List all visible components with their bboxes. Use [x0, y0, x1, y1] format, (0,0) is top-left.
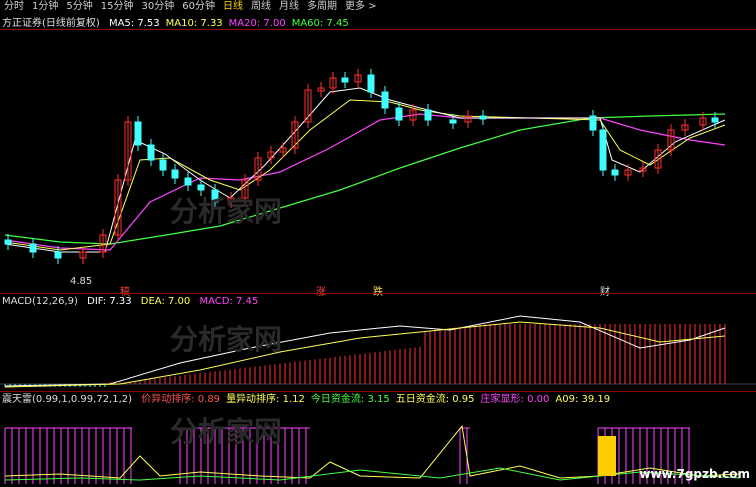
candle-body	[159, 159, 167, 171]
candle-body	[611, 169, 619, 176]
period-tabs: 分时 1分钟 5分钟 15分钟 30分钟 60分钟 日线 周线 月线 多周期 更多 >	[0, 0, 756, 14]
tab-5[interactable]: 60分钟	[178, 0, 219, 14]
candle-body	[147, 144, 155, 161]
macd-separator	[0, 293, 756, 294]
indicator-values: 价异动排序: 0.89 量异动排序: 1.12 今日资金流: 3.15 五日资金流: …	[141, 394, 616, 405]
candle-body	[449, 119, 457, 124]
ma-value-3: MA60: 7.45	[291, 18, 349, 29]
tab-7[interactable]: 周线	[247, 0, 275, 14]
macd-chart[interactable]	[0, 308, 756, 390]
tab-0[interactable]: 分时	[0, 0, 28, 14]
indicator-value-5: A09: 39.19	[555, 394, 611, 405]
candle-body	[381, 91, 389, 109]
indicator-value-1: 量异动排序: 1.12	[226, 394, 305, 405]
tab-3[interactable]: 15分钟	[97, 0, 138, 14]
candle-body	[4, 239, 12, 245]
indicator-value-4: 庄家显形: 0.00	[480, 394, 550, 405]
candle-body	[341, 77, 349, 83]
candle-body	[29, 243, 37, 253]
candle-body	[395, 107, 403, 121]
indicator-line-green	[4, 467, 741, 481]
tab-4[interactable]: 30分钟	[137, 0, 178, 14]
tab-2[interactable]: 5分钟	[62, 0, 96, 14]
watermark: 分析家网	[170, 195, 283, 228]
event-marker[interactable]: 跌	[373, 283, 383, 298]
ma-legend: MA5: 7.53 MA10: 7.33 MA20: 7.00 MA60: 7.45	[109, 18, 355, 29]
tab-9[interactable]: 多周期	[303, 0, 341, 14]
macd-dif: DIF: 7.33	[87, 296, 132, 307]
candlestick-chart[interactable]	[0, 30, 756, 292]
indicator-line-yellow	[4, 424, 741, 479]
ma-value-1: MA10: 7.33	[165, 18, 223, 29]
candle-body	[424, 109, 432, 121]
watermark: 分析家网	[170, 323, 283, 356]
indicator-separator	[0, 391, 756, 392]
watermark: 分析家网	[170, 415, 283, 448]
ma60-line	[4, 113, 726, 245]
candle-body	[589, 115, 597, 131]
tab-8[interactable]: 月线	[275, 0, 303, 14]
indicator-value-2: 今日资金流: 3.15	[310, 394, 390, 405]
candle-body	[184, 177, 192, 186]
low-price-label: 4.85	[70, 276, 93, 287]
macd-value: MACD: 7.45	[199, 296, 259, 307]
ma-value-2: MA20: 7.00	[228, 18, 286, 29]
macd-name: MACD(12,26,9)	[2, 296, 78, 307]
tab-6[interactable]: 日线	[219, 0, 247, 14]
candle-body	[134, 121, 142, 146]
candle-body	[367, 74, 375, 93]
tab-10[interactable]: 更多 >	[341, 0, 381, 14]
ma-value-0: MA5: 7.53	[109, 18, 160, 29]
macd-info-line: MACD(12,26,9) DIF: 7.33 DEA: 7.00 MACD: …	[2, 295, 264, 308]
candle-body	[711, 117, 719, 123]
candle-body	[599, 129, 607, 171]
candle-body	[479, 115, 487, 120]
logo-block	[598, 436, 616, 476]
indicator-value-3: 五日资金流: 0.95	[395, 394, 475, 405]
indicator-value-0: 价异动排序: 0.89	[141, 394, 221, 405]
site-label: www.7gpzb.com	[639, 467, 750, 481]
ma20-line	[4, 113, 726, 251]
candle-body	[171, 169, 179, 179]
macd-dea: DEA: 7.00	[140, 296, 191, 307]
stock-name: 方正证券(日线前复权)	[2, 18, 100, 29]
indicator-name: 震天雷(0.99,1,0.99,72,1,2)	[2, 394, 133, 405]
candle-body	[54, 251, 62, 259]
indicator-info-line: 震天雷(0.99,1,0.99,72,1,2) 价异动排序: 0.89 量异动排序…	[2, 393, 622, 406]
event-marker[interactable]: 涨	[316, 283, 326, 298]
tab-1[interactable]: 1分钟	[28, 0, 62, 14]
event-marker[interactable]: 财	[600, 283, 610, 298]
